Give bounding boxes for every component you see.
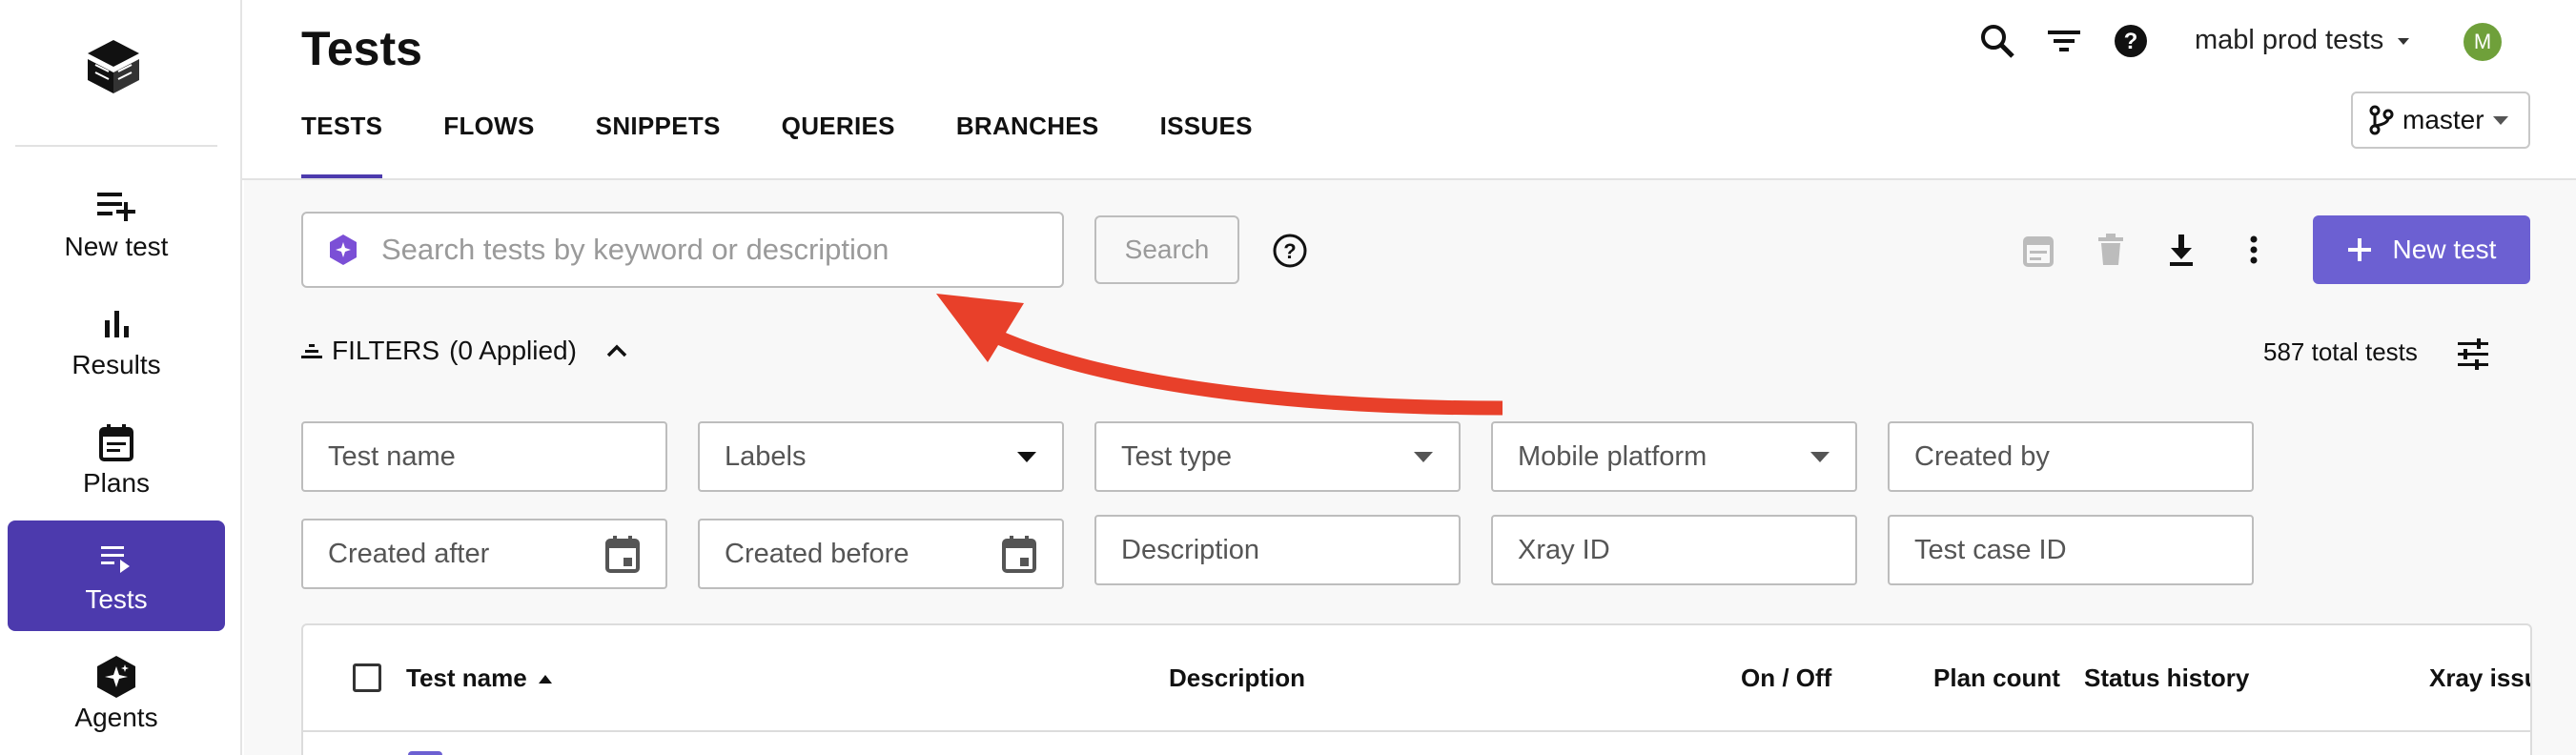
column-header-xray-issue[interactable]: Xray issu (2429, 663, 2530, 693)
column-header-status-history[interactable]: Status history (2084, 663, 2249, 693)
search-box[interactable] (301, 212, 1064, 288)
table-header-divider (303, 730, 2530, 732)
field-label: Test name (328, 440, 456, 472)
tab-flows[interactable]: FLOWS (443, 95, 534, 179)
tab-tests[interactable]: TESTS (301, 95, 383, 179)
field-label: Mobile platform (1518, 440, 1707, 472)
sparkle-hex-icon (94, 655, 138, 699)
field-label: Test type (1121, 440, 1233, 472)
row-test-type-badge (408, 751, 442, 755)
caret-down-icon (2398, 37, 2410, 45)
filters-label: FILTERS (332, 336, 440, 365)
dropdown-arrow-icon (1414, 452, 1433, 462)
search-icon[interactable] (1975, 19, 2019, 63)
sidebar-item-new-test[interactable]: New test (8, 168, 225, 278)
dropdown-arrow-icon (1017, 452, 1036, 462)
column-header-label: Test name (406, 663, 527, 692)
tab-queries[interactable]: QUERIES (782, 95, 895, 179)
field-label: Created by (1914, 440, 2050, 472)
test-case-id-filter[interactable]: Test case ID (1888, 515, 2254, 585)
created-after-filter[interactable]: Created after (301, 519, 667, 589)
test-type-filter[interactable]: Test type (1094, 421, 1461, 492)
filters-toggle[interactable]: FILTERS (0 Applied) (301, 336, 628, 366)
labels-filter[interactable]: Labels (698, 421, 1064, 492)
new-test-button[interactable]: New test (2313, 215, 2530, 284)
total-tests-count: 587 total tests (2263, 337, 2418, 366)
playlist-add-icon (94, 184, 138, 228)
calendar-icon[interactable] (1001, 535, 1037, 573)
new-test-label: New test (2392, 235, 2497, 264)
help-circle-icon[interactable]: ? (1272, 233, 1308, 269)
playlist-play-icon (94, 537, 138, 581)
field-label: Labels (725, 440, 807, 472)
description-filter[interactable]: Description (1094, 515, 1461, 585)
workspace-name: mabl prod tests (2195, 25, 2384, 55)
bar-chart-icon (94, 302, 138, 346)
tab-branches[interactable]: BRANCHES (956, 95, 1099, 179)
schedule-icon[interactable] (2017, 229, 2059, 271)
plus-icon (2347, 238, 2371, 261)
column-header-description[interactable]: Description (1169, 663, 1305, 693)
sidebar-item-label: New test (64, 232, 169, 261)
sidebar-item-plans[interactable]: Plans (8, 404, 225, 515)
sidebar: New test Results Plans Tests Agents (0, 0, 242, 755)
sidebar-item-label: Tests (85, 584, 148, 614)
search-button[interactable]: Search (1094, 215, 1239, 284)
test-name-filter[interactable]: Test name (301, 421, 667, 492)
sort-ascending-icon (538, 674, 552, 684)
field-label: Xray ID (1518, 534, 1610, 565)
sidebar-item-tests[interactable]: Tests (8, 520, 225, 631)
tab-bar: TESTS FLOWS SNIPPETS QUERIES BRANCHES IS… (301, 95, 1314, 179)
delete-icon[interactable] (2090, 229, 2132, 271)
field-label: Test case ID (1914, 534, 2067, 565)
calendar-icon (94, 420, 138, 464)
sidebar-item-agents[interactable]: Agents (8, 639, 225, 749)
sidebar-item-results[interactable]: Results (8, 286, 225, 397)
filter-lines-icon (301, 344, 322, 358)
mobile-platform-filter[interactable]: Mobile platform (1491, 421, 1857, 492)
tab-issues[interactable]: ISSUES (1160, 95, 1253, 179)
sidebar-item-label: Agents (74, 703, 158, 732)
filters-applied-count: (0 Applied) (449, 336, 577, 365)
help-icon[interactable]: ? (2109, 19, 2153, 63)
sidebar-item-label: Results (72, 350, 161, 379)
dropdown-arrow-icon (1810, 452, 1830, 462)
workspace-selector[interactable]: mabl prod tests (2195, 25, 2410, 56)
page-title: Tests (301, 22, 422, 75)
xray-id-filter[interactable]: Xray ID (1491, 515, 1857, 585)
column-header-plan-count[interactable]: Plan count (1933, 663, 2060, 693)
branch-selector[interactable]: master (2351, 92, 2530, 149)
branch-icon (2369, 105, 2394, 135)
svg-text:?: ? (1283, 239, 1296, 263)
sidebar-item-label: Plans (82, 468, 151, 498)
ai-sparkle-icon (330, 235, 357, 265)
field-label: Created after (328, 538, 490, 569)
tab-snippets[interactable]: SNIPPETS (596, 95, 721, 179)
calendar-icon[interactable] (604, 535, 641, 573)
created-before-filter[interactable]: Created before (698, 519, 1064, 589)
column-header-on-off[interactable]: On / Off (1741, 663, 1831, 693)
field-label: Description (1121, 534, 1260, 565)
mabl-logo-icon[interactable] (82, 36, 145, 99)
tests-table: Test name Description On / Off Plan coun… (301, 623, 2532, 755)
created-by-filter[interactable]: Created by (1888, 421, 2254, 492)
column-settings-icon[interactable] (2454, 336, 2492, 374)
avatar[interactable]: M (2464, 23, 2502, 61)
more-vert-icon[interactable] (2233, 229, 2275, 271)
svg-text:?: ? (2124, 29, 2138, 54)
field-label: Created before (725, 538, 910, 569)
branch-name: master (2402, 105, 2484, 134)
select-all-checkbox[interactable] (353, 663, 381, 692)
download-icon[interactable] (2160, 229, 2202, 271)
column-header-test-name[interactable]: Test name (406, 663, 554, 693)
chevron-up-icon (606, 344, 627, 357)
sidebar-divider (15, 145, 217, 147)
filter-icon[interactable] (2042, 19, 2086, 63)
search-input[interactable] (381, 233, 1030, 267)
caret-down-icon (2492, 116, 2508, 125)
